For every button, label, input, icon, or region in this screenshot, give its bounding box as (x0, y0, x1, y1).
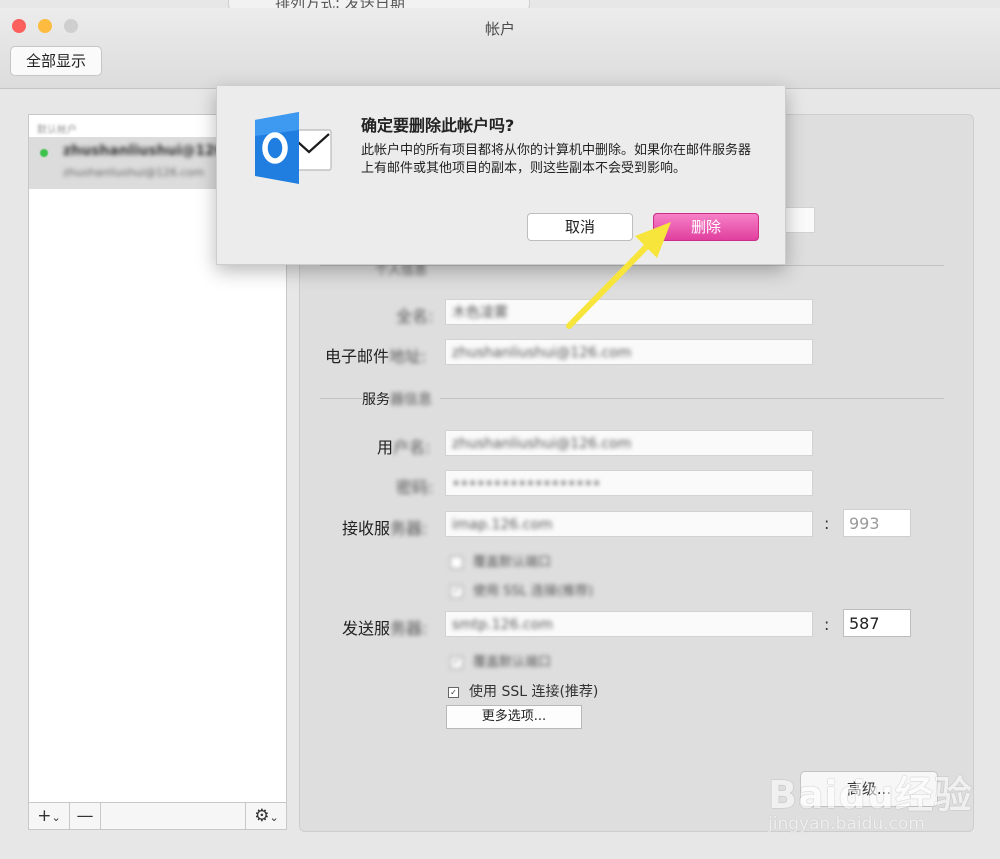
account-actions-button[interactable]: ⚙⌄ (245, 803, 287, 829)
incoming-override-port-checkbox[interactable]: 覆盖默认端口 (450, 551, 551, 570)
baidu-watermark-url: jingyan.baidu.com (768, 814, 925, 834)
add-account-button[interactable]: +⌄ (29, 803, 70, 829)
incoming-server-label: 接收服务器: (342, 519, 428, 538)
username-field[interactable]: zhushanliushui@126.com (445, 430, 813, 456)
account-status-dot-icon (40, 149, 48, 157)
username-label: 用户名: (377, 438, 431, 457)
port-separator: : (824, 514, 830, 533)
window-title: 帐户 (484, 20, 515, 38)
delete-account-dialog: 确定要删除此帐户吗? 此帐户中的所有项目都将从你的计算机中删除。如果你在邮件服务… (216, 86, 786, 265)
remove-account-button[interactable]: — (70, 803, 101, 829)
dialog-title: 确定要删除此帐户吗? (361, 116, 515, 135)
account-name: zhushanliushui@126 (63, 143, 225, 159)
outgoing-override-port-checkbox[interactable]: ✓ 覆盖默认端口 (450, 651, 551, 670)
baidu-logo-mark: Baidu经验 (768, 773, 973, 817)
dialog-message: 此帐户中的所有项目都将从你的计算机中删除。如果你在邮件服务器上有邮件或其他项目的… (361, 143, 752, 176)
more-options-button[interactable]: 更多选项... (446, 705, 582, 729)
gear-icon: ⚙ (254, 806, 270, 826)
outgoing-ssl-checkbox[interactable]: ✓ 使用 SSL 连接(推荐) (448, 681, 598, 701)
annotation-arrow-icon (566, 222, 671, 329)
incoming-server-field[interactable]: imap.126.com (445, 511, 813, 537)
outlook-app-icon (255, 112, 332, 184)
chevron-down-icon: ⌄ (269, 811, 279, 824)
account-email: zhushanliushui@126.com (63, 166, 204, 179)
incoming-ssl-checkbox[interactable]: ✓ 使用 SSL 连接(推荐) (450, 580, 593, 599)
baidu-watermark: Baidu经验 jingyan.baidu.com (762, 752, 992, 842)
minus-icon: — (76, 806, 94, 826)
incoming-port-field[interactable]: 993 (843, 509, 911, 537)
full-name-label: 全名: (396, 307, 434, 326)
account-list-toolbar: +⌄ — ⚙⌄ (28, 802, 287, 830)
port-separator: : (824, 615, 830, 634)
email-address-field[interactable]: zhushanliushui@126.com (445, 339, 813, 365)
show-all-button[interactable]: 全部显示 (10, 46, 102, 76)
titlebar: 帐户 全部显示 (0, 8, 1000, 89)
outgoing-port-field[interactable]: 587 (843, 609, 911, 637)
plus-icon: + (37, 806, 52, 826)
outgoing-server-field[interactable]: smtp.126.com (445, 611, 813, 637)
outgoing-server-label: 发送服务器: (342, 619, 428, 638)
account-list-header: 默认帐户 (37, 125, 77, 136)
chevron-down-icon: ⌄ (51, 811, 61, 824)
email-address-label: 电子邮件地址: (325, 347, 427, 366)
password-field[interactable]: •••••••••••••••••• (445, 470, 813, 496)
server-info-heading: 服务器信息 (362, 389, 440, 409)
password-label: 密码: (396, 478, 434, 497)
